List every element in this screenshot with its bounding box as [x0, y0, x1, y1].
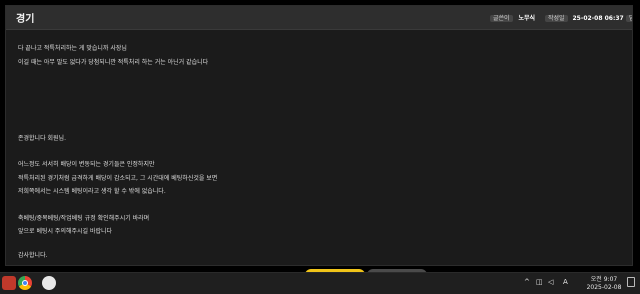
tray-speaker-icon[interactable]: ◁ [548, 278, 553, 286]
chrome-icon[interactable] [18, 276, 32, 290]
app-icon-white[interactable] [42, 276, 56, 290]
date-value: 25-02-08 06:37 [572, 15, 624, 22]
post-line: 이길 때는 아무 말도 없다가 당첨되니깐 적특처리 하는 거는 아닌거 같습니… [18, 59, 209, 66]
post-line: 앞으로 베팅시 주의해주시길 바랍니다 [18, 228, 113, 235]
post-title: 경기 [16, 14, 35, 25]
date-label: 작성일 [545, 15, 568, 22]
post-line: 적특처리된 경기처럼 급격하게 배당이 감소되고, 그 시간대에 베팅하신것을 … [18, 175, 218, 182]
post-line: 감사합니다. [18, 252, 48, 259]
reply-label: 답 [626, 15, 632, 22]
notification-icon[interactable] [627, 277, 635, 287]
post-line: 저희쪽에서는 시스템 베팅이라고 생각 할 수 밖에 없습니다. [18, 188, 166, 195]
author-label: 글쓴이 [490, 15, 513, 22]
taskbar: ^ ◫ ◁ A 오전 9:07 2025-02-08 [0, 272, 640, 294]
post-body: 다 끝나고 적특처리하는 게 맞습니까 사장님 이길 때는 아무 말도 없다가 … [6, 31, 632, 265]
app-icon-red[interactable] [2, 276, 16, 290]
tray-network-icon[interactable]: ◫ [536, 278, 543, 286]
post-header: 경기 글쓴이 노무식 작성일 25-02-08 06:37 답 [6, 6, 632, 30]
author-value: 노무식 [518, 15, 536, 22]
date-meta: 작성일 25-02-08 06:37 [545, 13, 624, 25]
tray-ime-text[interactable]: A [563, 278, 568, 286]
clock-time: 오전 9:07 [590, 276, 618, 283]
clock-date: 2025-02-08 [586, 284, 622, 291]
reply-meta: 답 [626, 13, 632, 25]
post-line: 축베팅/중복베팅/작업베팅 규정 확인해주시기 바라며 [18, 215, 150, 222]
chrome-center-icon [22, 280, 28, 286]
author-meta: 글쓴이 노무식 [490, 13, 535, 25]
post-line: 다 끝나고 적특처리하는 게 맞습니까 사장님 [18, 45, 127, 52]
post-panel: 경기 글쓴이 노무식 작성일 25-02-08 06:37 답 다 끝나고 적특… [5, 5, 633, 266]
post-line: 존경합니다 회원님. [18, 135, 66, 142]
tray-chevron-icon[interactable]: ^ [524, 278, 530, 286]
post-line: 어느정도 서서히 배당이 변동되는 경기들은 인정하지만 [18, 161, 155, 168]
clock[interactable]: 오전 9:07 2025-02-08 [584, 276, 624, 292]
